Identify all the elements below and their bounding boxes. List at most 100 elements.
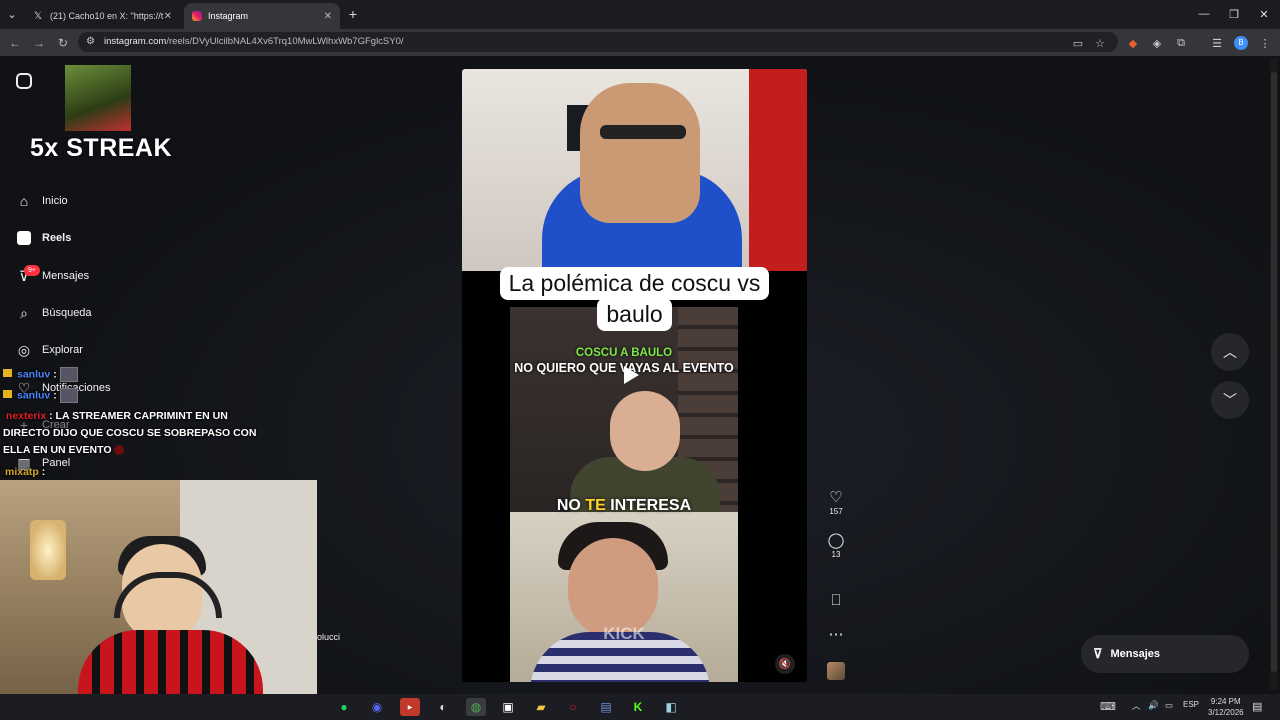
tab-label: (21) Cacho10 en X: "https://t.co [50, 11, 164, 21]
chevron-up-icon: ︿ [1223, 344, 1237, 360]
compass-icon: ◎ [17, 341, 31, 358]
back-button[interactable]: ← [6, 34, 24, 52]
more-options-button[interactable]: ⋯ [824, 626, 848, 644]
emote-icon [59, 388, 78, 403]
chevron-down-icon: ﹀ [1223, 392, 1237, 408]
url-text: instagram.com/reels/DVyUlcilbNAL4Xv6Trq1… [104, 36, 404, 47]
streamer-webcam [0, 480, 317, 720]
scrollbar[interactable] [1270, 58, 1278, 690]
app-icon-3[interactable]: ◧ [661, 698, 681, 716]
sidebar-item-label: Explorar [42, 344, 83, 356]
video-editor-icon[interactable]: ▶ [400, 698, 420, 716]
reel-title-caption: La polémica de coscu vs baulo [492, 267, 777, 331]
heart-icon: ♡ [829, 489, 843, 506]
file-explorer-icon[interactable]: ▰ [531, 698, 551, 716]
tab-x[interactable]: 𝕏 (21) Cacho10 en X: "https://t.co ✕ [24, 3, 180, 29]
like-count: 157 [829, 507, 843, 516]
previous-reel-button[interactable]: ︿ [1211, 333, 1249, 371]
site-info-icon[interactable]: ⚙ [86, 36, 95, 47]
clock[interactable]: 9:24 PM 3/12/2026 [1208, 696, 1244, 718]
restore-button[interactable]: ❐ [1218, 0, 1250, 28]
extension-icon[interactable]: ◈ [1148, 34, 1166, 52]
tab-search-chevron-icon[interactable]: ⌄ [0, 0, 24, 28]
sidebar-item-label: Inicio [42, 195, 68, 207]
volume-icon[interactable]: 🔊 [1148, 700, 1159, 711]
play-icon[interactable] [624, 366, 639, 384]
chat-username: sanluv [17, 368, 51, 381]
notification-badge: 9+ [24, 265, 40, 276]
close-icon[interactable]: ✕ [324, 11, 332, 22]
comment-count: 13 [831, 550, 841, 559]
crown-icon [3, 369, 12, 378]
spotify-icon[interactable]: ● [334, 698, 354, 716]
instagram-logo-icon[interactable] [16, 73, 32, 89]
kick-icon[interactable]: K [628, 698, 648, 716]
forward-button[interactable]: → [30, 34, 48, 52]
chat-username: mixatp [5, 466, 39, 478]
new-tab-button[interactable]: + [340, 0, 366, 28]
bookmark-icon: ⎕ [831, 592, 841, 609]
sidebar-item-label: Reels [42, 232, 72, 244]
sidebar-item-label: Búsqueda [42, 307, 92, 319]
chat-message: mixatp : [5, 466, 46, 478]
network-icon[interactable]: ▭ [1165, 700, 1173, 711]
comment-icon: ◯ [827, 532, 845, 549]
mute-icon[interactable]: 🔇 [775, 654, 795, 674]
app-icon[interactable]: ▣ [498, 698, 518, 716]
reel-video[interactable]: La polémica de coscu vs baulo COSCU A BA… [462, 69, 807, 682]
sidebar-item-busqueda[interactable]: ⌕ Búsqueda [16, 303, 92, 323]
streak-counter: 5x STREAK [30, 134, 173, 162]
discord-icon[interactable]: ◉ [367, 698, 387, 716]
like-button[interactable]: ♡ 157 [824, 489, 848, 516]
messages-button[interactable]: ⊽ Mensajes [1081, 635, 1249, 673]
chat-message: nexterix : LA STREAMER CAPRIMINT EN UN D… [3, 410, 257, 456]
tab-instagram[interactable]: Instagram ✕ [184, 3, 340, 29]
instagram-icon [192, 11, 202, 21]
reel-caption-bottom: NO TE INTERESA [556, 497, 692, 514]
sidebar-item-inicio[interactable]: ⌂ Inicio [16, 191, 68, 211]
minimize-button[interactable]: — [1188, 0, 1220, 28]
chat-message: sanluv : [3, 367, 78, 382]
chat-message: sanluv : [3, 388, 78, 403]
search-icon: ⌕ [20, 304, 28, 321]
chat-username: sanluv [17, 389, 51, 402]
streak-avatar-image [65, 65, 131, 131]
messages-button-label: Mensajes [1110, 648, 1161, 660]
messenger-icon: ⊽ [1093, 646, 1103, 661]
tray-chevron-icon[interactable]: ︿ [1132, 700, 1141, 712]
reel-title-line1: La polémica de coscu vs [499, 267, 770, 300]
chat-username: nexterix [5, 410, 47, 422]
reading-list-icon[interactable]: ☰ [1208, 34, 1226, 52]
comment-button[interactable]: ◯ 13 [824, 532, 848, 559]
cast-icon[interactable]: ▭ [1069, 34, 1087, 52]
extensions-puzzle-icon[interactable]: ⧉ [1172, 34, 1190, 52]
save-button[interactable]: ⎕ [824, 592, 848, 610]
sidebar-item-explorar[interactable]: ◎ Explorar [16, 340, 83, 360]
next-reel-button[interactable]: ﹀ [1211, 381, 1249, 419]
emote-icon [114, 445, 125, 456]
chrome-icon[interactable]: ◍ [466, 698, 486, 716]
crown-icon [3, 390, 12, 399]
audio-thumbnail[interactable] [827, 662, 845, 680]
browser-menu-icon[interactable]: ⋮ [1256, 34, 1274, 52]
reel-caption-green: COSCU A BAULO [575, 347, 673, 359]
notification-center-icon[interactable]: ▤ [1252, 700, 1262, 713]
emote-icon [59, 367, 78, 382]
more-icon: ⋯ [828, 626, 844, 643]
keyboard-icon[interactable]: ⌨ [1100, 700, 1116, 713]
obs-icon[interactable]: ◐ [433, 698, 453, 716]
profile-avatar[interactable]: B [1232, 34, 1250, 52]
window-close-button[interactable]: ✕ [1248, 0, 1280, 28]
kick-watermark: KICK [603, 624, 645, 643]
sidebar-item-reels[interactable]: Reels [16, 228, 71, 248]
language-indicator[interactable]: ESP [1183, 700, 1199, 709]
app-icon-2[interactable]: ▤ [596, 698, 616, 716]
reel-title-line2: baulo [597, 298, 672, 331]
extension-fox-icon[interactable]: ◆ [1124, 34, 1142, 52]
reels-icon [16, 230, 32, 246]
reload-button[interactable]: ↻ [54, 34, 72, 52]
bookmark-star-icon[interactable]: ☆ [1091, 34, 1109, 52]
tab-label: Instagram [208, 11, 249, 21]
close-icon[interactable]: ✕ [164, 11, 172, 22]
opera-icon[interactable]: ○ [563, 698, 583, 716]
